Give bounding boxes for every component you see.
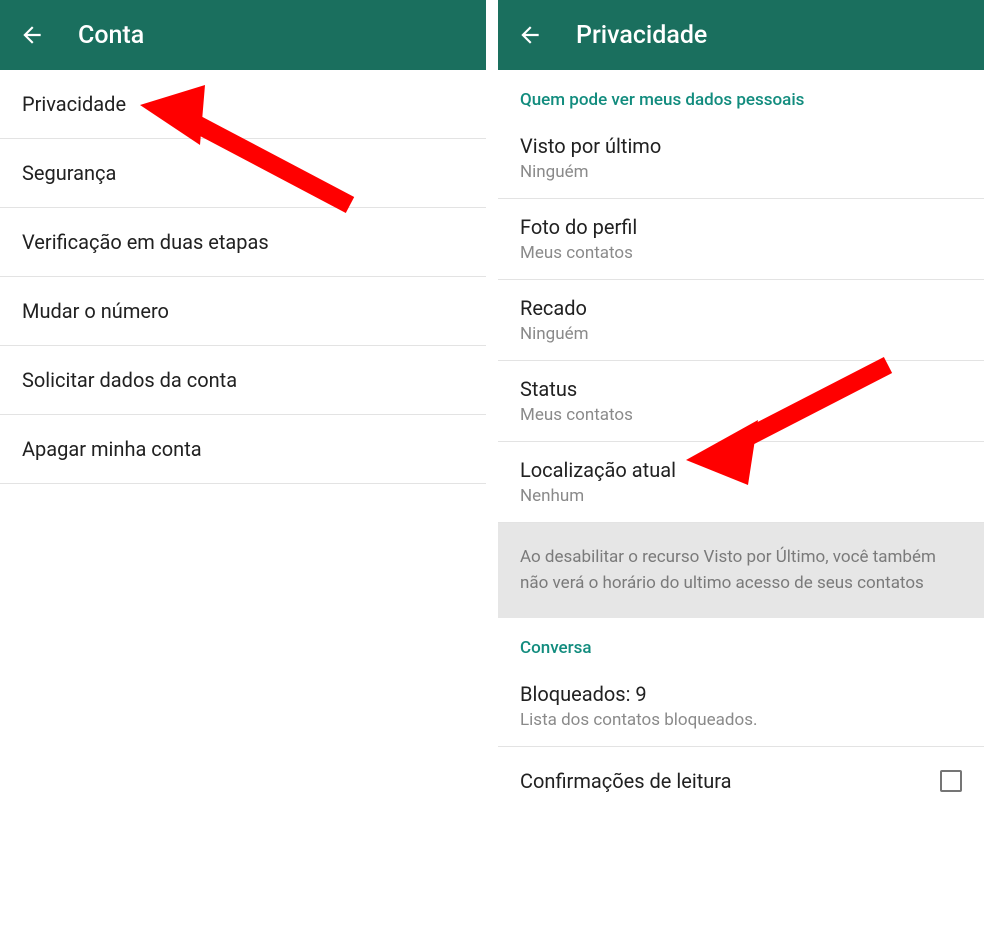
privacy-item-label: Foto do perfil (520, 215, 962, 239)
privacy-item-value: Ninguém (520, 162, 962, 182)
app-header: Conta (0, 0, 486, 70)
menu-item-seguranca[interactable]: Segurança (0, 139, 486, 208)
menu-item-privacidade[interactable]: Privacidade (0, 70, 486, 139)
menu-item-label: Segurança (22, 161, 116, 185)
back-arrow-icon[interactable] (18, 21, 46, 49)
privacy-item-label: Visto por último (520, 134, 962, 158)
privacy-item-value: Ninguém (520, 324, 962, 344)
checkbox-icon[interactable] (940, 770, 962, 792)
privacy-item-value: Nenhum (520, 486, 962, 506)
privacy-item-label: Localização atual (520, 458, 962, 482)
section-header-conversa: Conversa (498, 618, 984, 666)
menu-item-label: Privacidade (22, 92, 126, 116)
privacy-item-bloqueados[interactable]: Bloqueados: 9 Lista dos contatos bloquea… (498, 666, 984, 747)
menu-item-label: Solicitar dados da conta (22, 368, 237, 392)
privacy-item-value: Meus contatos (520, 243, 962, 263)
page-title: Privacidade (576, 21, 707, 50)
privacy-item-localizacao[interactable]: Localização atual Nenhum (498, 442, 984, 523)
privacy-item-status[interactable]: Status Meus contatos (498, 361, 984, 442)
privacy-item-confirmacoes-leitura[interactable]: Confirmações de leitura (498, 747, 984, 801)
menu-item-verificacao[interactable]: Verificação em duas etapas (0, 208, 486, 277)
app-header: Privacidade (498, 0, 984, 70)
menu-item-apagar-conta[interactable]: Apagar minha conta (0, 415, 486, 484)
menu-item-mudar-numero[interactable]: Mudar o número (0, 277, 486, 346)
section-header-dados: Quem pode ver meus dados pessoais (498, 70, 984, 118)
menu-item-label: Mudar o número (22, 299, 169, 323)
menu-item-label: Verificação em duas etapas (22, 230, 269, 254)
back-arrow-icon[interactable] (516, 21, 544, 49)
privacy-item-label: Bloqueados: 9 (520, 682, 962, 706)
privacy-item-label: Status (520, 377, 962, 401)
privacy-item-value: Meus contatos (520, 405, 962, 425)
screen-privacidade: Privacidade Quem pode ver meus dados pes… (498, 0, 984, 942)
page-title: Conta (78, 21, 144, 50)
privacy-item-recado[interactable]: Recado Ninguém (498, 280, 984, 361)
screen-conta: Conta Privacidade Segurança Verificação … (0, 0, 486, 942)
privacy-item-visto-por-ultimo[interactable]: Visto por último Ninguém (498, 118, 984, 199)
privacy-item-label: Recado (520, 296, 962, 320)
menu-item-solicitar-dados[interactable]: Solicitar dados da conta (0, 346, 486, 415)
privacy-item-label: Confirmações de leitura (520, 769, 732, 793)
info-box: Ao desabilitar o recurso Visto por Últim… (498, 523, 984, 618)
menu-item-label: Apagar minha conta (22, 437, 202, 461)
privacy-item-foto-perfil[interactable]: Foto do perfil Meus contatos (498, 199, 984, 280)
privacy-item-value: Lista dos contatos bloqueados. (520, 710, 962, 730)
